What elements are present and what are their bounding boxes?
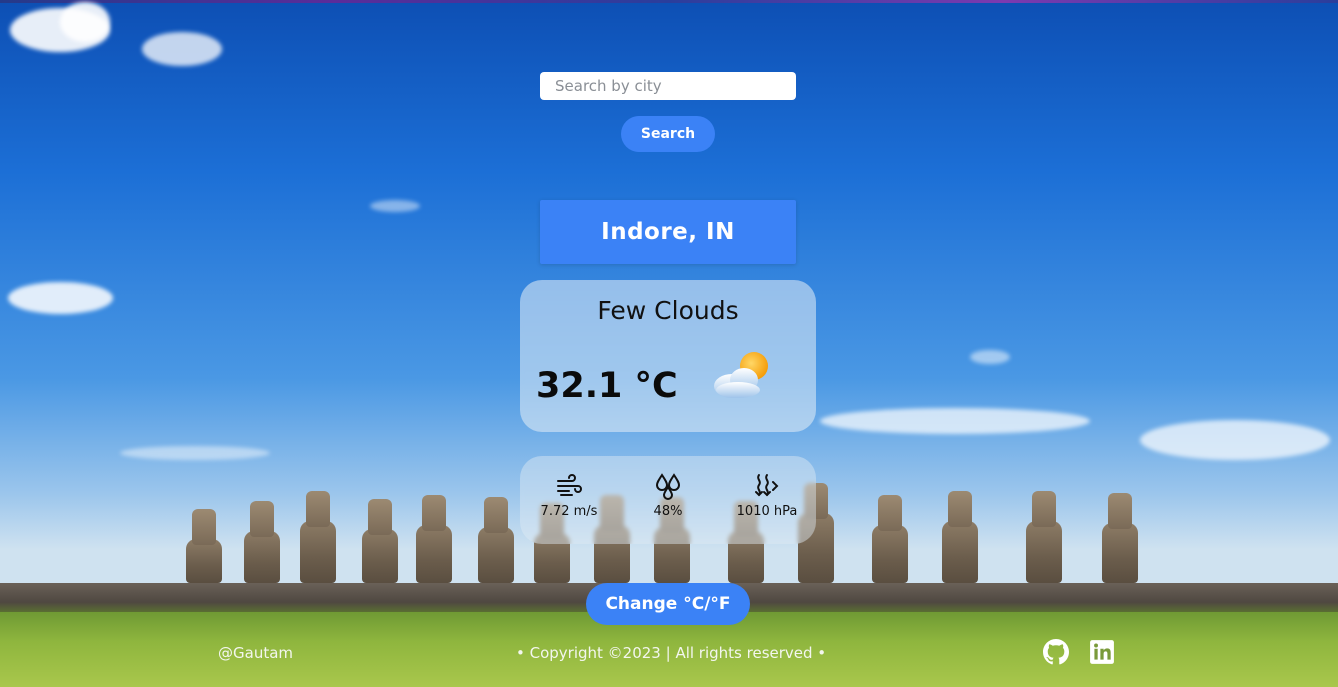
wind-value: 7.72 m/s xyxy=(540,504,598,519)
pressure-icon xyxy=(755,474,779,497)
search-input[interactable] xyxy=(540,72,796,100)
few-clouds-sun-icon xyxy=(710,350,776,402)
wind-icon xyxy=(557,474,582,496)
change-unit-button[interactable]: Change °C/°F xyxy=(586,583,750,625)
humidity-value: 48% xyxy=(653,504,683,519)
footer-copyright: • Copyright ©2023 | All rights reserved … xyxy=(516,644,827,662)
weather-condition: Few Clouds xyxy=(597,296,739,325)
humidity-stat: 48% xyxy=(628,472,708,519)
wind-stat: 7.72 m/s xyxy=(529,472,609,519)
pressure-stat: 1010 hPa xyxy=(727,472,807,519)
city-title: Indore, IN xyxy=(540,200,796,264)
temperature: 32.1 °C xyxy=(536,366,678,406)
linkedin-link[interactable] xyxy=(1089,639,1115,665)
github-link[interactable] xyxy=(1043,639,1069,665)
footer-author: @Gautam xyxy=(218,644,294,662)
humidity-drops-icon xyxy=(655,473,681,500)
search-button[interactable]: Search xyxy=(621,116,715,152)
linkedin-icon xyxy=(1090,640,1114,664)
window-top-strip xyxy=(0,0,1338,3)
weather-stats-card: 7.72 m/s 48% 1010 hPa xyxy=(520,456,816,544)
pressure-value: 1010 hPa xyxy=(736,504,798,519)
github-icon xyxy=(1043,639,1069,665)
weather-card: Few Clouds 32.1 °C xyxy=(520,280,816,432)
